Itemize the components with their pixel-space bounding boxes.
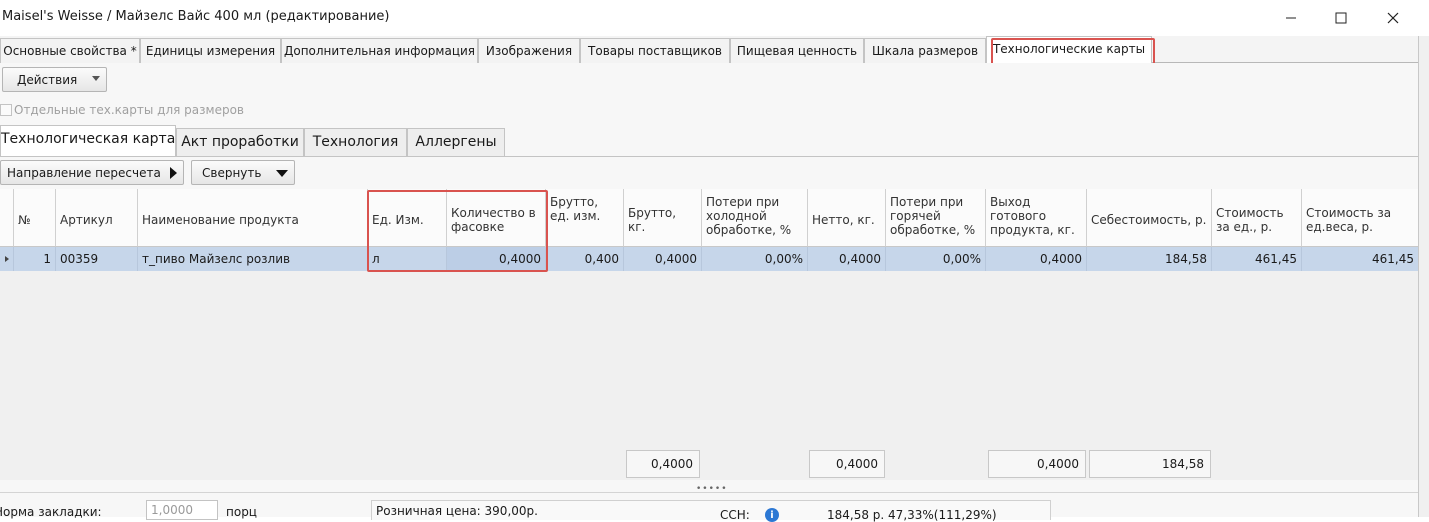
property-tabs: Основные свойства * Единицы измерения До…: [0, 36, 1419, 64]
grid-header-output-kg[interactable]: Выход готового продукта, кг.: [986, 189, 1087, 247]
grid-header-cost-per-unit[interactable]: Стоимость за ед., р.: [1212, 189, 1302, 247]
actions-button[interactable]: Действия: [2, 67, 107, 92]
total-netto-kg: 0,4000: [809, 450, 885, 478]
play-icon: [170, 167, 177, 179]
chevron-down-icon: [276, 170, 288, 177]
grid-header-number[interactable]: №: [14, 189, 56, 247]
maximize-icon: [1335, 12, 1347, 24]
grid-header-product-name[interactable]: Наименование продукта: [138, 189, 368, 247]
row-pointer-icon: [4, 256, 9, 262]
norm-input[interactable]: 1,0000: [146, 500, 218, 520]
grid-header-cold-loss[interactable]: Потери при холодной обработке, %: [702, 189, 808, 247]
table-row-cell-product-name[interactable]: т_пиво Майзелс розлив: [138, 247, 368, 271]
retail-price: Розничная цена: 390,00р.: [376, 504, 538, 518]
chevron-down-icon: [92, 76, 100, 81]
table-row-cell-cost-per-weight[interactable]: 461,45: [1302, 247, 1419, 271]
close-icon: [1387, 12, 1399, 24]
table-row-cell-netto-kg[interactable]: 0,4000: [808, 247, 886, 271]
collapse-button[interactable]: Свернуть: [191, 160, 295, 185]
separate-cards-label: Отдельные тех.карты для размеров: [14, 103, 244, 117]
table-row-cell-cost[interactable]: 184,58: [1087, 247, 1212, 271]
tab-tech-cards[interactable]: Технологические карты: [986, 36, 1152, 64]
table-row-cell-cold-loss[interactable]: 0,00%: [702, 247, 808, 271]
recalc-direction-button[interactable]: Направление пересчета: [0, 160, 184, 185]
minimize-icon: [1286, 17, 1296, 19]
total-brutto-kg: 0,4000: [626, 450, 700, 478]
bottom-divider: [0, 492, 1419, 493]
tab-units[interactable]: Единицы измерения: [140, 38, 281, 63]
grid-header-hot-loss[interactable]: Потери при горячей обработке, %: [886, 189, 986, 247]
tab-size-scale[interactable]: Шкала размеров: [864, 38, 986, 63]
grid-header-netto-kg[interactable]: Нетто, кг.: [808, 189, 886, 247]
row-indicator[interactable]: [0, 247, 14, 271]
grid-header-cost[interactable]: Себестоимость, р.: [1087, 189, 1212, 247]
subtab-divider: [0, 156, 1419, 157]
grid-header-unit[interactable]: Ед. Изм.: [368, 189, 447, 247]
minimize-button[interactable]: [1268, 0, 1314, 36]
table-row-cell-number[interactable]: 1: [14, 247, 56, 271]
total-output-kg: 0,4000: [988, 450, 1086, 478]
subtab-allergens[interactable]: Аллергены: [407, 128, 505, 156]
window-title: Maisel's Weisse / Майзелс Вайс 400 мл (р…: [2, 9, 390, 24]
tab-supplier-goods[interactable]: Товары поставщиков: [580, 38, 730, 63]
close-button[interactable]: [1370, 0, 1416, 36]
table-row-cell-cost-per-unit[interactable]: 461,45: [1212, 247, 1302, 271]
subtab-technology[interactable]: Технология: [304, 128, 407, 156]
separate-cards-checkbox[interactable]: [0, 104, 12, 116]
grid-header-brutto-kg[interactable]: Брутто, кг.: [624, 189, 702, 247]
table-row-cell-unit[interactable]: л: [368, 247, 447, 271]
subtab-elaboration-act[interactable]: Акт проработки: [176, 128, 304, 156]
subtab-tech-card[interactable]: Технологическая карта: [0, 125, 176, 157]
tab-main-properties[interactable]: Основные свойства *: [0, 38, 140, 63]
maximize-button[interactable]: [1318, 0, 1364, 36]
info-icon[interactable]: i: [765, 508, 779, 522]
table-row-cell-output-kg[interactable]: 0,4000: [986, 247, 1087, 271]
window-frame-right: [1418, 36, 1429, 517]
tab-images[interactable]: Изображения: [478, 38, 580, 63]
total-cost: 184,58: [1089, 450, 1211, 478]
title-bar: Maisel's Weisse / Майзелс Вайс 400 мл (р…: [0, 0, 1429, 36]
grid-header-qty-pack[interactable]: Количество в фасовке: [447, 189, 546, 247]
grid-header-cost-per-weight[interactable]: Стоимость за ед.веса, р.: [1302, 189, 1419, 247]
ssn-value: 184,58 р. 47,33%(111,29%): [827, 508, 997, 522]
tab-nutrition[interactable]: Пищевая ценность: [730, 38, 864, 63]
grid-header-marker: [0, 189, 14, 247]
tab-additional-info[interactable]: Дополнительная информация: [281, 38, 478, 63]
grid-header-article[interactable]: Артикул: [56, 189, 138, 247]
table-row-cell-brutto-unit[interactable]: 0,400: [546, 247, 624, 271]
grid-header-brutto-unit[interactable]: Брутто, ед. изм.: [546, 189, 624, 247]
table-row-cell-qty-pack[interactable]: 0,4000: [447, 247, 546, 271]
table-row-cell-article[interactable]: 00359: [56, 247, 138, 271]
table-row-cell-brutto-kg[interactable]: 0,4000: [624, 247, 702, 271]
ssn-label: ССН:: [720, 508, 750, 522]
table-row-cell-hot-loss[interactable]: 0,00%: [886, 247, 986, 271]
